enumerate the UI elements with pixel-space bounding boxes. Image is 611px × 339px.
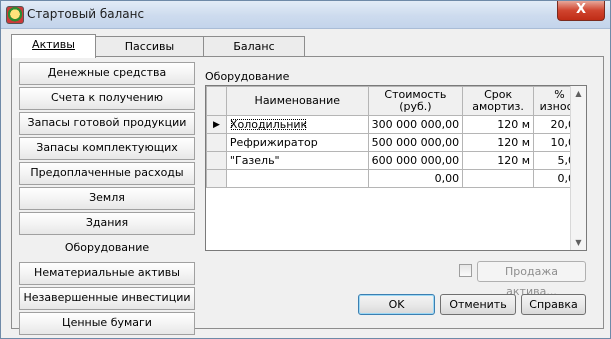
close-button[interactable]: X [557, 1, 605, 21]
row-indicator-icon [206, 169, 227, 188]
cell-term[interactable] [462, 169, 535, 188]
category-intangible-assets[interactable]: Нематериальные активы [19, 262, 195, 285]
category-unfinished-investments[interactable]: Незавершенные инвестиции [19, 287, 195, 310]
cell-cost[interactable]: 500 000 000,00 [367, 133, 464, 152]
category-components[interactable]: Запасы комплектующих [19, 137, 195, 160]
cell-term[interactable]: 120 м [462, 133, 535, 152]
vertical-scrollbar[interactable]: ▲ ▼ [570, 86, 586, 250]
tab-label: Пассивы [124, 40, 175, 53]
row-indicator-icon [206, 151, 227, 170]
group-title: Оборудование [205, 70, 290, 83]
table-row-total[interactable]: 0,00 0,00 [206, 169, 586, 188]
cell-name[interactable]: "Газель" [225, 151, 369, 170]
sell-asset-button[interactable]: Продажа актива... [477, 261, 586, 298]
cell-cost[interactable]: 300 000 000,00 [367, 115, 464, 134]
ok-button[interactable]: OK [358, 294, 435, 315]
asset-category-list: Денежные средства Счета к получению Запа… [19, 62, 195, 337]
header-label: Срок амортиз. [472, 88, 524, 113]
table-row[interactable]: Рефрижиратор 500 000 000,00 120 м 10,00 [206, 133, 586, 152]
scroll-up-arrow-icon[interactable]: ▲ [571, 86, 586, 101]
tab-liabilities[interactable]: Пассивы [95, 36, 204, 57]
category-securities[interactable]: Ценные бумаги [19, 312, 195, 335]
category-equipment[interactable]: Оборудование [19, 237, 195, 260]
column-header-term[interactable]: Срок амортиз. [462, 86, 535, 116]
category-prepaid-expenses[interactable]: Предоплаченные расходы [19, 162, 195, 185]
tab-label: Баланс [233, 40, 275, 53]
header-row: Наименование Стоимость (руб.) Срок аморт… [206, 86, 586, 116]
tab-strip: Активы Пассивы Баланс [11, 34, 601, 58]
cancel-button[interactable]: Отменить [440, 294, 516, 315]
table-row[interactable]: ▶ Холодильник 300 000 000,00 120 м 20,00 [206, 115, 586, 134]
category-finished-goods[interactable]: Запасы готовой продукции [19, 112, 195, 135]
cell-term[interactable]: 120 м [462, 151, 535, 170]
header-label: Наименование [254, 94, 341, 107]
table-row[interactable]: "Газель" 600 000 000,00 120 м 5,00 [206, 151, 586, 170]
tab-assets[interactable]: Активы [11, 34, 96, 58]
tab-panel: Денежные средства Счета к получению Запа… [11, 56, 604, 335]
sale-checkbox[interactable] [459, 264, 472, 277]
cell-cost[interactable]: 0,00 [367, 169, 464, 188]
equipment-table: Наименование Стоимость (руб.) Срок аморт… [206, 86, 586, 188]
row-indicator-icon [206, 133, 227, 152]
category-buildings[interactable]: Здания [19, 212, 195, 235]
dialog-window: Стартовый баланс X Активы Пассивы Баланс… [0, 0, 611, 339]
title-bar: Стартовый баланс X [1, 1, 610, 29]
window-title: Стартовый баланс [27, 7, 145, 21]
tab-balance[interactable]: Баланс [203, 36, 305, 57]
help-button[interactable]: Справка [521, 294, 586, 315]
equipment-grid[interactable]: Наименование Стоимость (руб.) Срок аморт… [205, 85, 587, 251]
header-label: Стоимость (руб.) [384, 88, 447, 113]
tab-label: Активы [32, 38, 75, 51]
category-receivables[interactable]: Счета к получению [19, 87, 195, 110]
column-header-name[interactable]: Наименование [225, 86, 369, 116]
scroll-down-arrow-icon[interactable]: ▼ [571, 235, 586, 250]
cell-name[interactable] [225, 169, 369, 188]
category-cash[interactable]: Денежные средства [19, 62, 195, 85]
column-header-cost[interactable]: Стоимость (руб.) [367, 86, 464, 116]
cell-name[interactable]: Рефрижиратор [225, 133, 369, 152]
cell-cost[interactable]: 600 000 000,00 [367, 151, 464, 170]
cell-name-text: Холодильник [229, 118, 308, 131]
app-icon [6, 6, 24, 24]
cell-term[interactable]: 120 м [462, 115, 535, 134]
category-land[interactable]: Земля [19, 187, 195, 210]
cell-name[interactable]: Холодильник [225, 115, 369, 134]
indicator-header [206, 86, 227, 116]
row-indicator-icon: ▶ [206, 115, 227, 134]
